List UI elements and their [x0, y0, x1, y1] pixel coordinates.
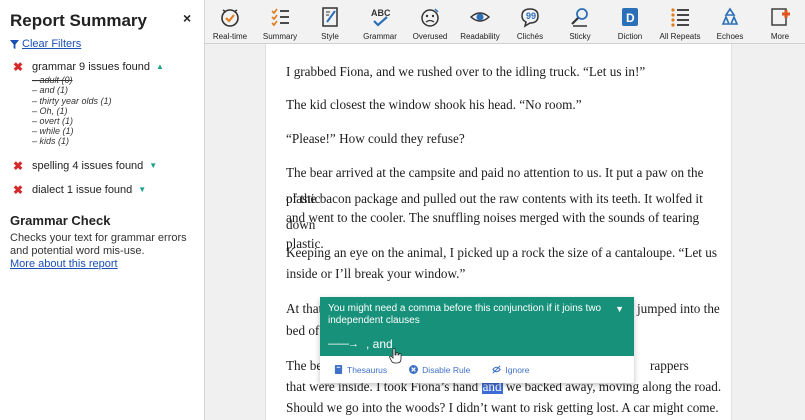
diction-icon: D — [622, 8, 638, 26]
clear-filters[interactable]: Clear Filters — [10, 38, 194, 50]
toolbar-style[interactable]: Style — [305, 0, 355, 44]
readability-icon — [469, 12, 491, 22]
arrow-right-icon: ——→ — [328, 338, 359, 350]
caret-down-icon[interactable]: ▼ — [149, 159, 157, 173]
close-icon[interactable]: × — [183, 10, 191, 26]
issue-label[interactable]: dialect 1 issue found — [32, 184, 132, 196]
panel-title: Report Summary — [10, 11, 147, 30]
all-repeats-icon — [671, 8, 689, 27]
filter-icon — [10, 39, 19, 49]
toolbar-all-repeats[interactable]: All Repeats — [655, 0, 705, 44]
list-item[interactable]: – thirty year olds (1) — [32, 96, 194, 106]
sticky-icon — [571, 8, 588, 27]
grammar-icon: ABC — [371, 8, 391, 27]
disable-icon — [409, 365, 419, 374]
issue-grammar[interactable]: ✖ grammar 9 issues found ▲ – adult (0) – … — [10, 60, 194, 147]
svg-text:ABC: ABC — [371, 8, 391, 18]
clear-filters-link[interactable]: Clear Filters — [22, 38, 81, 50]
toolbar-summary[interactable]: Summary — [255, 0, 305, 44]
error-x-icon: ✖ — [13, 182, 24, 197]
hand-cursor-icon — [389, 348, 402, 364]
svg-text:D: D — [626, 11, 635, 25]
suggestion-popup: You might need a comma before this conju… — [320, 297, 634, 383]
error-x-icon: ✖ — [13, 158, 24, 173]
paragraph[interactable]: I grabbed Fiona, and we rushed over to t… — [286, 59, 726, 85]
echoes-icon — [721, 7, 739, 25]
toolbar-grammar[interactable]: ABC Grammar — [355, 0, 405, 44]
thesaurus-button[interactable]: Thesaurus — [334, 365, 387, 375]
more-icon — [771, 8, 790, 26]
toolbar-realtime[interactable]: Real-time — [205, 0, 255, 44]
cliches-icon: 99 — [521, 8, 539, 28]
realtime-icon — [221, 9, 239, 27]
paragraph-fragment[interactable]: jumped into the — [637, 296, 737, 322]
caret-up-icon[interactable]: ▲ — [156, 60, 164, 74]
grammar-check-description: Checks your text for grammar errors and … — [10, 231, 187, 257]
list-item[interactable]: – and (1) — [32, 85, 194, 95]
toolbar-readability[interactable]: Readability — [455, 0, 505, 44]
style-icon — [322, 7, 338, 27]
list-item[interactable]: – while (1) — [32, 126, 194, 136]
report-toolbar: Real-time Summary Style ABC Grammar Over… — [205, 0, 805, 44]
toolbar-overused[interactable]: Overused — [405, 0, 455, 44]
toolbar-more[interactable]: More — [755, 0, 805, 44]
disable-rule-button[interactable]: Disable Rule — [409, 365, 470, 375]
issue-label[interactable]: spelling 4 issues found — [32, 160, 143, 172]
paragraph-line[interactable]: inside or I’ll break your window.” — [286, 261, 726, 287]
book-icon — [334, 365, 343, 374]
error-x-icon: ✖ — [13, 60, 24, 74]
summary-icon — [271, 8, 289, 27]
toolbar-sticky[interactable]: Sticky — [555, 0, 605, 44]
issue-label[interactable]: grammar 9 issues found — [32, 61, 150, 73]
report-summary-panel: Report Summary × Clear Filters ✖ grammar… — [0, 0, 205, 420]
svg-text:99: 99 — [526, 11, 536, 21]
toolbar-echoes[interactable]: Echoes — [705, 0, 755, 44]
more-about-report-link[interactable]: More about this report — [10, 258, 194, 270]
suggestion-actions: Thesaurus Disable Rule Ignore — [320, 356, 634, 383]
suggestion-message: You might need a comma before this conju… — [328, 303, 602, 326]
ignore-icon — [492, 365, 502, 374]
grammar-sublist: – adult (0) – and (1) – thirty year olds… — [32, 75, 194, 146]
paragraph[interactable]: The kid closest the window shook his hea… — [286, 92, 726, 118]
caret-down-icon[interactable]: ▼ — [138, 183, 146, 197]
issue-dialect[interactable]: ✖ dialect 1 issue found ▼ — [10, 183, 194, 197]
overused-icon — [421, 8, 439, 27]
ignore-button[interactable]: Ignore — [492, 365, 529, 375]
list-item[interactable]: – overt (1) — [32, 116, 194, 126]
paragraph[interactable]: “Please!” How could they refuse? — [286, 126, 726, 152]
list-item[interactable]: – Oh, (1) — [32, 106, 194, 116]
toolbar-diction[interactable]: D Diction — [605, 0, 655, 44]
issue-spelling[interactable]: ✖ spelling 4 issues found ▼ — [10, 159, 194, 173]
apply-suggestion[interactable]: ——→ , and — [328, 337, 626, 351]
list-item[interactable]: – adult (0) — [32, 75, 194, 85]
suggestion-header: You might need a comma before this conju… — [320, 297, 634, 356]
chevron-down-icon[interactable]: ▼ — [615, 304, 624, 314]
toolbar-cliches[interactable]: 99 Clichés — [505, 0, 555, 44]
list-item[interactable]: – kids (1) — [32, 136, 194, 146]
grammar-check-title: Grammar Check — [10, 212, 111, 228]
paragraph-line[interactable]: Should we go into the woods? I didn’t wa… — [286, 395, 726, 420]
